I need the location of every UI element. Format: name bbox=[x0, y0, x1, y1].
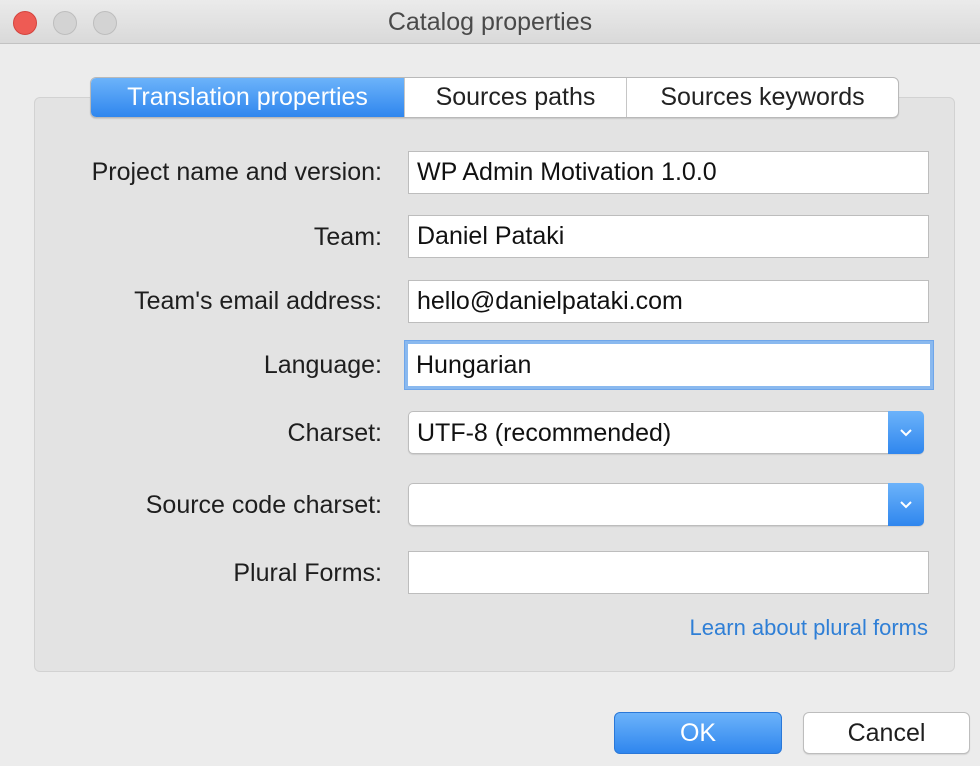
ok-button[interactable]: OK bbox=[614, 712, 782, 754]
tab-translation-properties[interactable]: Translation properties bbox=[91, 78, 404, 117]
source-code-charset-label: Source code charset: bbox=[145, 491, 382, 519]
chevron-down-icon[interactable] bbox=[888, 483, 924, 526]
titlebar: Catalog properties bbox=[0, 0, 980, 44]
plural-forms-field[interactable] bbox=[408, 551, 929, 594]
tab-sources-paths[interactable]: Sources paths bbox=[404, 78, 626, 117]
learn-about-plural-forms-link[interactable]: Learn about plural forms bbox=[690, 615, 928, 641]
project-name-label: Project name and version: bbox=[91, 158, 382, 186]
tab-sources-keywords[interactable]: Sources keywords bbox=[626, 78, 898, 117]
tab-bar: Translation properties Sources paths Sou… bbox=[90, 77, 899, 118]
charset-label: Charset: bbox=[287, 419, 382, 447]
plural-forms-label: Plural Forms: bbox=[233, 559, 382, 587]
catalog-properties-window: Catalog properties Translation propertie… bbox=[0, 0, 980, 766]
charset-selected-value: UTF-8 (recommended) bbox=[417, 419, 672, 447]
team-field[interactable] bbox=[408, 215, 929, 258]
language-label: Language: bbox=[263, 351, 382, 379]
source-code-charset-select[interactable] bbox=[408, 483, 924, 526]
chevron-down-icon[interactable] bbox=[888, 411, 924, 454]
team-email-label: Team's email address: bbox=[134, 287, 382, 315]
project-name-field[interactable] bbox=[408, 151, 929, 194]
charset-select[interactable]: UTF-8 (recommended) bbox=[408, 411, 924, 454]
cancel-button[interactable]: Cancel bbox=[803, 712, 970, 754]
team-email-field[interactable] bbox=[408, 280, 929, 323]
team-label: Team: bbox=[313, 223, 382, 251]
window-title: Catalog properties bbox=[387, 8, 593, 36]
language-field[interactable] bbox=[405, 341, 933, 389]
